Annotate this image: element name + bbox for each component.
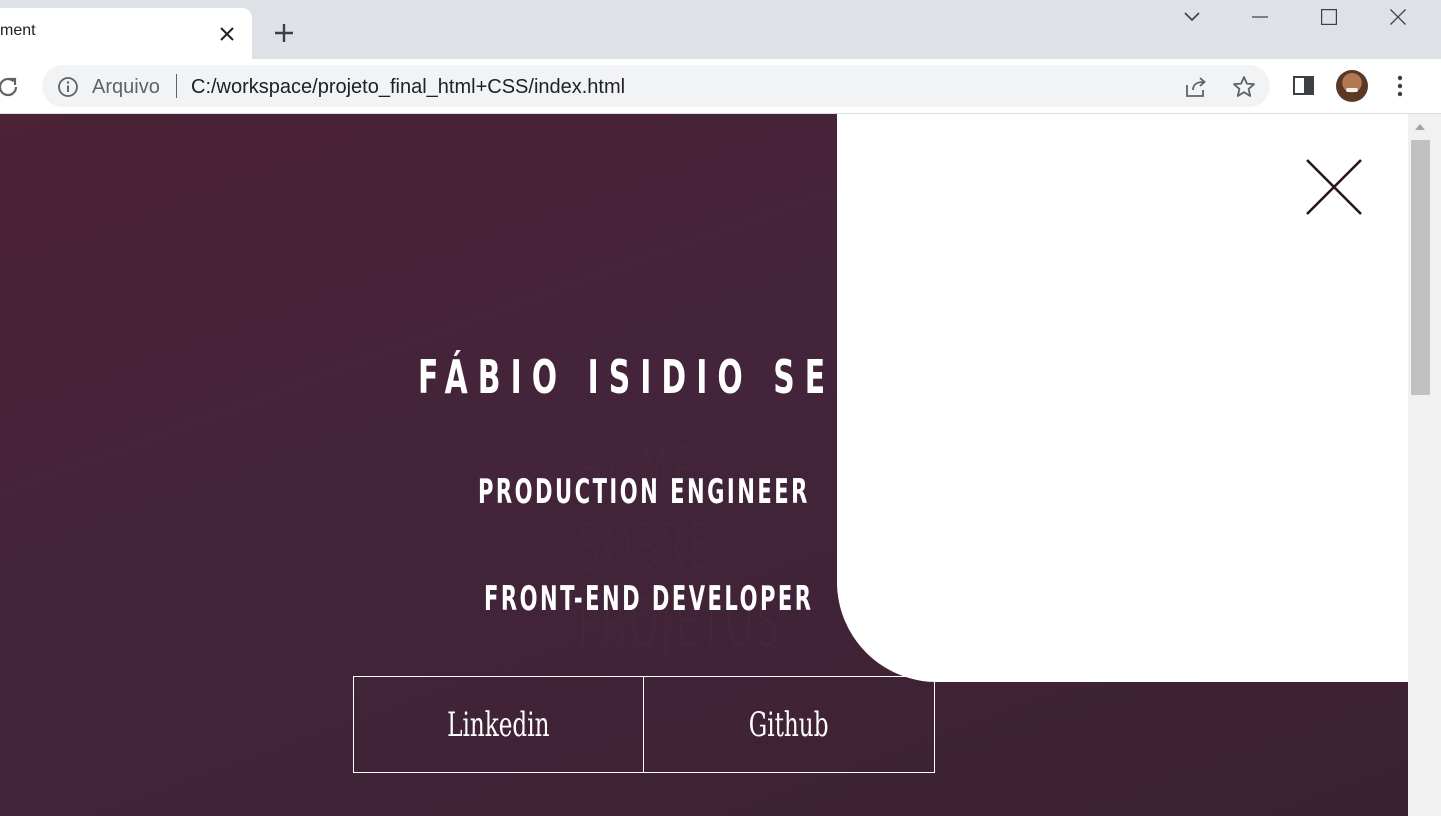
url-text[interactable]: C:/workspace/projeto_final_html+CSS/inde… <box>191 76 625 99</box>
minimize-icon[interactable] <box>1226 0 1294 34</box>
background-nav-menu: HOME SOBRE PROJETOS <box>578 434 782 662</box>
maximize-icon[interactable] <box>1295 0 1363 34</box>
window-close-icon[interactable] <box>1364 0 1432 34</box>
bookmark-star-icon[interactable] <box>1231 74 1257 100</box>
more-menu-icon[interactable] <box>1386 72 1414 100</box>
origin-label: Arquivo <box>92 76 160 98</box>
linkedin-button[interactable]: Linkedin <box>353 676 644 773</box>
page-viewport: HOME SOBRE PROJETOS FÁBIO ISIDIO SEN PRO… <box>0 114 1408 816</box>
github-button[interactable]: Github <box>644 676 935 773</box>
linkedin-label: Linkedin <box>447 704 550 745</box>
share-icon[interactable] <box>1183 74 1209 100</box>
menu-overlay-panel <box>837 114 1408 682</box>
profile-avatar[interactable] <box>1336 70 1368 102</box>
tab-strip: ment <box>0 0 1441 59</box>
info-icon[interactable] <box>57 76 79 98</box>
social-buttons: Linkedin Github <box>353 676 935 773</box>
omnibox-divider <box>176 74 177 98</box>
browser-toolbar: Arquivo C:/workspace/projeto_final_html+… <box>0 59 1441 114</box>
tab-title: ment <box>0 22 36 39</box>
hero-name: FÁBIO ISIDIO SEN <box>418 350 871 404</box>
reload-icon[interactable] <box>0 73 22 101</box>
new-tab-plus-icon[interactable] <box>268 17 300 49</box>
close-tab-icon[interactable] <box>213 20 241 48</box>
hero-role-2: FRONT-END DEVELOPER <box>484 579 814 619</box>
address-bar[interactable]: Arquivo C:/workspace/projeto_final_html+… <box>42 65 1270 107</box>
nav-item-sobre[interactable]: SOBRE <box>578 510 782 586</box>
tab-search-chevron-icon[interactable] <box>1158 0 1226 34</box>
hero-role-1: PRODUCTION ENGINEER <box>478 472 810 512</box>
browser-tab[interactable]: ment <box>0 8 252 59</box>
scroll-up-arrow-icon[interactable] <box>1408 118 1432 136</box>
github-label: Github <box>749 704 829 745</box>
close-menu-icon[interactable] <box>1305 158 1363 216</box>
scrollbar-thumb[interactable] <box>1411 140 1430 395</box>
side-panel-icon[interactable] <box>1290 72 1318 100</box>
